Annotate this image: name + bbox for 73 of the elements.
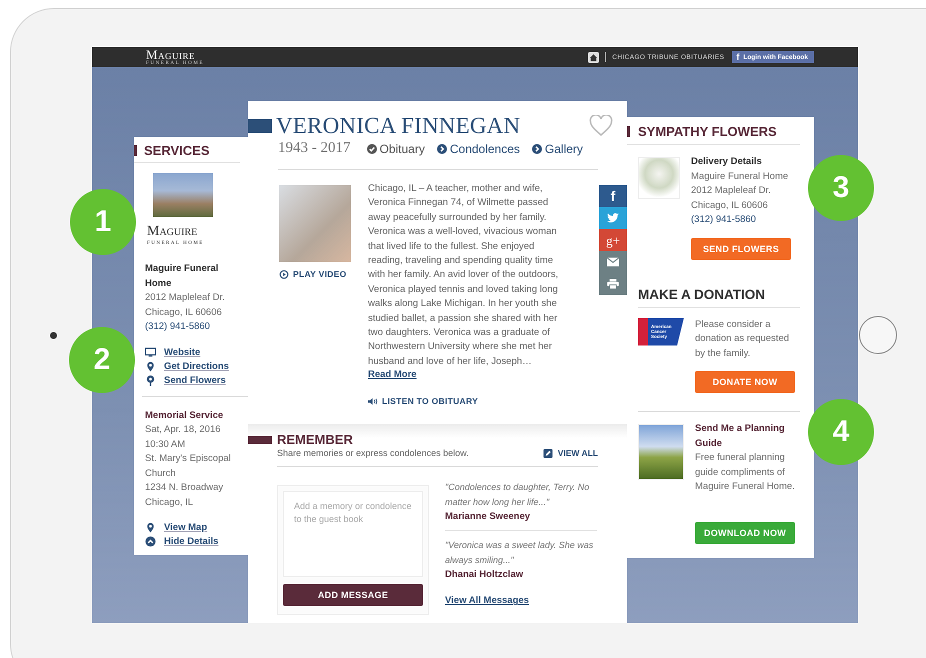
section-tab[interactable]: Condolences: [436, 142, 520, 156]
add-message-button[interactable]: ADD MESSAGE: [283, 584, 423, 606]
service-link[interactable]: Hide Details: [164, 536, 218, 547]
home-icon[interactable]: [588, 52, 600, 62]
donation-text: Please consider a donation as requested by the family.: [695, 318, 790, 360]
listen-link[interactable]: LISTEN TO OBITUARY: [368, 396, 567, 406]
play-icon: [279, 270, 289, 278]
service-link[interactable]: Send Flowers: [164, 374, 226, 386]
map-pin-icon: [145, 360, 156, 372]
heading-marker: [627, 126, 630, 137]
service-link[interactable]: Website: [164, 346, 200, 358]
message-author: Marianne Sweeney: [445, 510, 532, 524]
event-detail: 10:30 AM: [145, 438, 186, 452]
funeral-home-name: Maguire Funeral Home: [145, 262, 220, 290]
section-heading: REMEMBER: [277, 432, 353, 448]
chevron-circle-icon: [532, 144, 542, 154]
service-link[interactable]: View Map: [164, 522, 208, 533]
speaker-icon: [368, 396, 378, 406]
play-video-link[interactable]: PLAY VIDEO: [279, 269, 368, 279]
event-detail: St. Mary's Episcopal Church: [145, 452, 232, 480]
event-detail: Chicago, IL: [145, 496, 194, 510]
photo-placeholder: [153, 173, 213, 217]
section-subtitle: Share memories or express condolences below.: [277, 448, 469, 458]
email-share-button[interactable]: [599, 251, 627, 273]
address-line: Maguire Funeral Home: [691, 170, 790, 184]
printer-icon: [607, 279, 619, 289]
facebook-share-button[interactable]: f: [599, 185, 627, 207]
guide-title: Send Me a Planning Guide: [695, 422, 786, 450]
heading-marker: [134, 145, 137, 156]
heading-marker: [248, 436, 272, 444]
event-title: Memorial Service: [145, 408, 224, 422]
section-tab[interactable]: Obituary: [366, 142, 425, 156]
edit-icon: [542, 448, 553, 458]
address-line: 2012 Mapleleaf Dr.: [145, 291, 226, 305]
heading-marker: [248, 119, 272, 133]
message-author: Dhanai Holtzclaw: [445, 568, 524, 582]
camera-dot: [50, 332, 57, 338]
home-button[interactable]: [859, 316, 897, 354]
photo-placeholder: [638, 424, 684, 480]
monitor-icon: [145, 346, 156, 358]
obituary-text: Chicago, IL – A teacher, mother and wife, Veronica Finnegan 74, of Wilmette passed away peacefully surrounded by her family. Veronica was a well-loved, vivacious woman that lived life to the fullest. She enjoyed reading, traveling and spending quality time with her family. An avid lover of the outdoors, Veronica played tennis and loved taking long walks along Lake Michigan. In her youth she studied ballet, a passion she shared with her two daughters. Veronica was a graduate of Northwestern University where she met her husband and love of her life, Joseph…: [368, 182, 560, 369]
address-line: Chicago, IL 60606: [691, 198, 769, 212]
guide-text: Free funeral planning guide compliments of Maguire Funeral Home.: [695, 451, 796, 494]
section-heading: SYMPATHY FLOWERS: [638, 124, 777, 139]
details-title: Delivery Details: [691, 155, 763, 169]
print-share-button[interactable]: [599, 273, 627, 295]
service-link[interactable]: Get Directions: [164, 360, 229, 372]
phone-link[interactable]: (312) 941-5860: [145, 320, 240, 334]
section-heading: SERVICES: [144, 143, 210, 158]
check-circle-icon: [366, 144, 376, 154]
message-quote: "Condolences to daughter, Terry. No matter how long her life...": [445, 481, 590, 509]
section-tab[interactable]: Gallery: [532, 142, 583, 156]
map-pin-icon: [145, 522, 156, 533]
event-detail: Sat, Apr. 18, 2016: [145, 423, 222, 437]
chevron-up-circle-icon: [145, 536, 156, 547]
message-quote: "Veronica was a sweet lady. She was always smiling...": [445, 539, 594, 567]
view-all-link[interactable]: VIEW ALL: [542, 448, 598, 458]
photo-placeholder: [638, 157, 680, 199]
address-line: Chicago, IL 60606: [145, 306, 223, 320]
phone-link[interactable]: (312) 941-5860: [691, 213, 800, 228]
event-detail: 1234 N. Broadway: [145, 481, 224, 495]
life-dates: 1943 - 2017: [278, 140, 350, 157]
address-line: 2012 Mapleleaf Dr.: [691, 184, 772, 198]
chevron-circle-icon: [436, 144, 447, 154]
google-share-button[interactable]: g+: [599, 229, 627, 251]
section-heading: MAKE A DONATION: [638, 286, 800, 308]
deceased-name: VERONICA FINNEGAN: [276, 113, 522, 139]
view-all-messages-link[interactable]: View All Messages: [445, 595, 529, 606]
message-field[interactable]: Add a memory or condolence to the guest book: [283, 491, 423, 578]
bird-icon: [607, 213, 619, 223]
envelope-icon: [607, 257, 619, 267]
read-more-link[interactable]: Read More: [368, 369, 417, 380]
twitter-share-button[interactable]: [599, 207, 627, 229]
